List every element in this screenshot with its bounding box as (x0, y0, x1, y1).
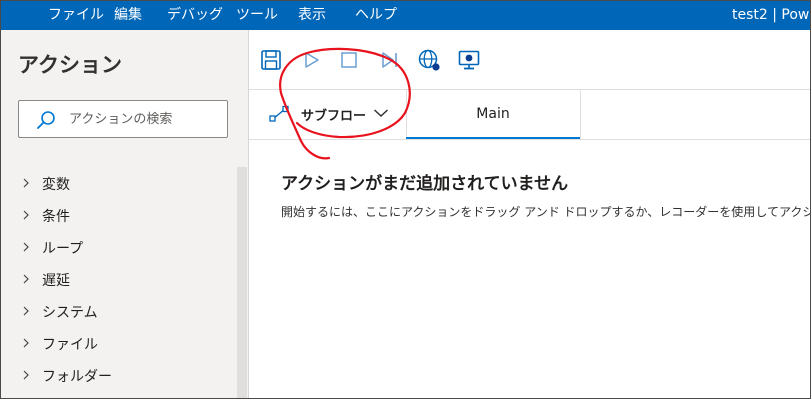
menu-bar: ファイル 編集 デバッグ ツール 表示 ヘルプ test2 | Powe (1, 1, 811, 30)
menu-debug[interactable]: デバッグ (167, 6, 223, 24)
flow-tabs: サブフロー Main (249, 90, 810, 140)
category-wait[interactable]: 遅延 (1, 263, 237, 295)
actions-pane: アクション 変数 条件 ループ 遅延 (1, 30, 249, 398)
category-label: 条件 (42, 209, 70, 225)
subflows-label: サブフロー (301, 109, 367, 124)
menu-edit[interactable]: 編集 (114, 6, 142, 24)
category-label: ファイル (42, 337, 98, 353)
app-window: ファイル 編集 デバッグ ツール 表示 ヘルプ test2 | Powe アクシ… (0, 0, 811, 399)
actions-scrollbar[interactable] (237, 167, 247, 398)
step-icon[interactable] (377, 48, 401, 72)
menu-help[interactable]: ヘルプ (355, 6, 397, 24)
subflow-icon (269, 105, 289, 122)
web-recorder-icon[interactable] (417, 48, 441, 72)
chevron-right-icon (23, 370, 29, 380)
subflows-dropdown[interactable]: サブフロー (249, 90, 406, 139)
desktop-recorder-icon[interactable] (457, 48, 481, 72)
chevron-right-icon (23, 274, 29, 284)
action-search-input[interactable] (69, 108, 219, 130)
action-search-box[interactable] (18, 100, 228, 138)
category-label: フォルダー (42, 369, 112, 385)
save-icon[interactable] (259, 48, 283, 72)
chevron-right-icon (23, 338, 29, 348)
tab-divider (580, 90, 581, 139)
menu-tools[interactable]: ツール (236, 6, 278, 24)
category-label: 変数 (42, 177, 70, 193)
window-title: test2 | Powe (732, 7, 811, 23)
stop-icon[interactable] (337, 48, 361, 72)
category-label: ループ (42, 241, 84, 257)
category-system[interactable]: システム (1, 295, 237, 327)
category-variables[interactable]: 変数 (1, 167, 237, 199)
chevron-down-icon (373, 109, 389, 118)
chevron-right-icon (23, 242, 29, 252)
tab-main[interactable]: Main (406, 90, 580, 139)
chevron-right-icon (23, 178, 29, 188)
category-conditionals[interactable]: 条件 (1, 199, 237, 231)
empty-state-description: 開始するには、ここにアクションをドラッグ アンド ドロップするか、レコーダーを使… (281, 205, 811, 219)
empty-state-title: アクションがまだ追加されていません (281, 174, 569, 194)
run-icon[interactable] (299, 48, 323, 72)
chevron-right-icon (23, 210, 29, 220)
category-file[interactable]: ファイル (1, 327, 237, 359)
flow-toolbar (249, 30, 810, 90)
category-loops[interactable]: ループ (1, 231, 237, 263)
category-label: システム (42, 305, 98, 321)
menu-view[interactable]: 表示 (298, 6, 326, 24)
tab-main-label: Main (476, 106, 510, 122)
actions-pane-title: アクション (18, 53, 122, 77)
menu-file[interactable]: ファイル (48, 6, 104, 24)
chevron-right-icon (23, 306, 29, 316)
category-folder[interactable]: フォルダー (1, 359, 237, 391)
category-label: 遅延 (42, 273, 70, 289)
action-category-list: 変数 条件 ループ 遅延 システム ファイル フォルダー (1, 167, 237, 391)
search-icon (37, 111, 55, 129)
